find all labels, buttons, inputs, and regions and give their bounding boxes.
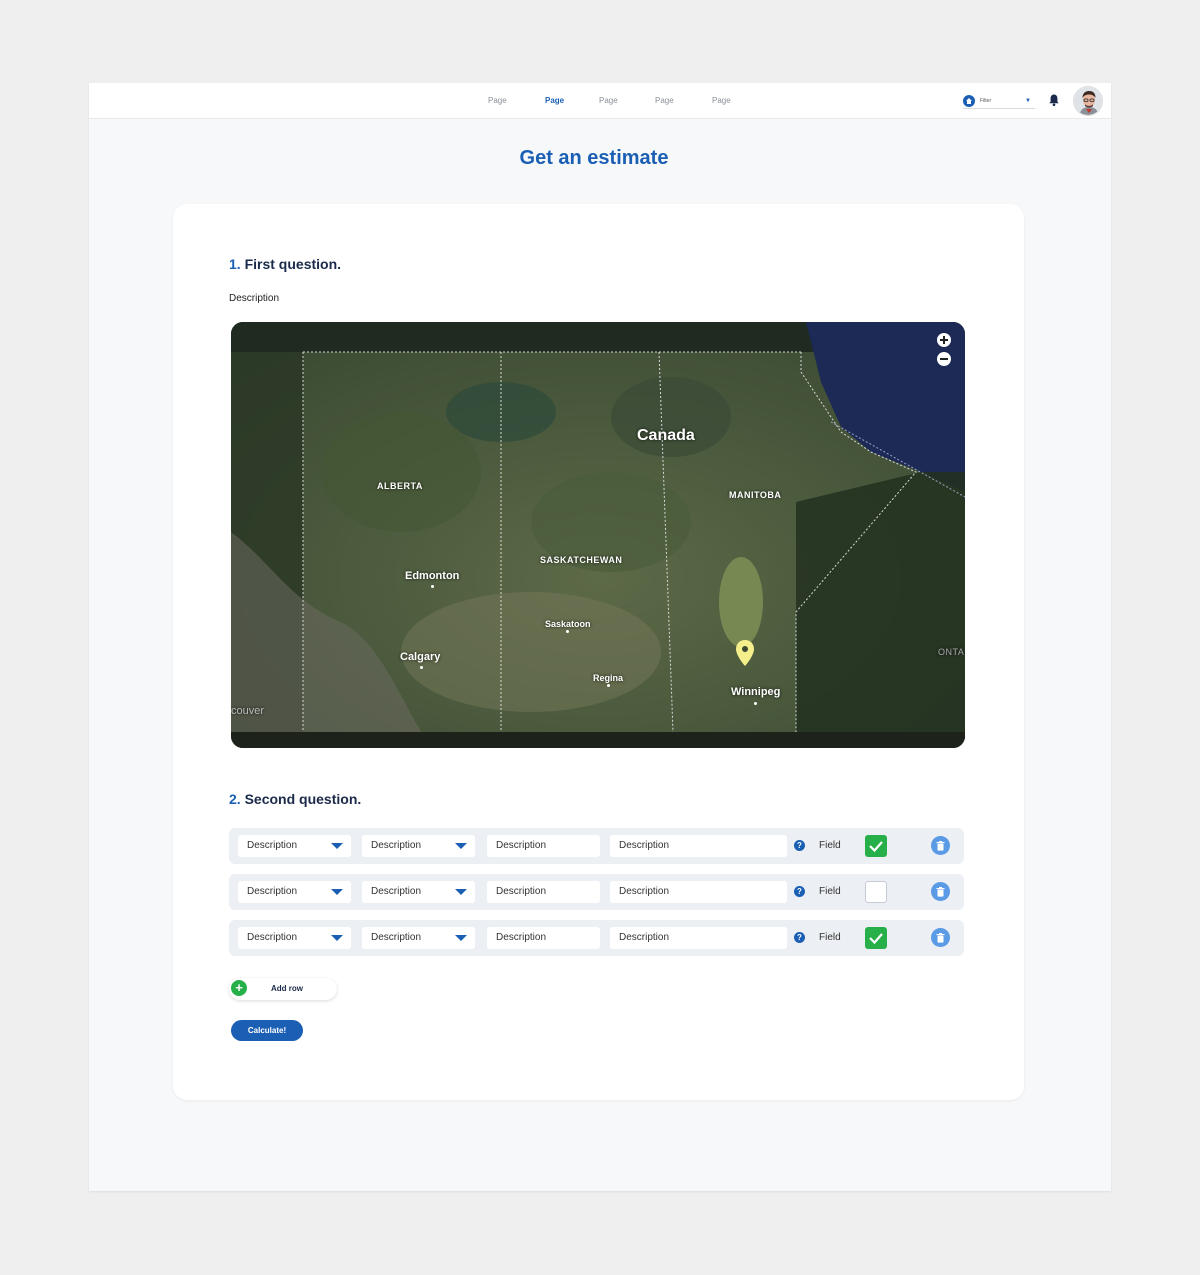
city-dot xyxy=(754,702,757,705)
chevron-down-icon: ▼ xyxy=(1025,97,1031,104)
filter-dropdown[interactable]: Filter ▼ xyxy=(963,93,1035,109)
map-pin-icon[interactable] xyxy=(734,639,756,667)
add-row-button[interactable]: + Add row xyxy=(229,978,337,1000)
trash-icon[interactable] xyxy=(931,928,950,947)
select-value: Description xyxy=(371,932,422,943)
nav-page-3[interactable]: Page xyxy=(599,96,618,105)
question-1-text: First question. xyxy=(244,256,342,272)
city-dot xyxy=(566,630,569,633)
select-value: Description xyxy=(247,840,298,851)
question-1-number: 1. xyxy=(229,256,241,272)
zoom-in-icon[interactable] xyxy=(937,333,951,347)
calculate-button[interactable]: Calculate! xyxy=(231,1020,303,1041)
question-1-description: Description xyxy=(229,293,280,304)
map-label-saskatchewan: SASKATCHEWAN xyxy=(540,555,623,565)
field-label: Field xyxy=(819,840,841,851)
trash-icon[interactable] xyxy=(931,836,950,855)
select-value: Description xyxy=(371,886,422,897)
text-input-1[interactable]: Description xyxy=(487,881,600,903)
map-label-alberta: ALBERTA xyxy=(377,481,423,491)
question-2-number: 2. xyxy=(229,791,241,807)
checkbox-checked[interactable] xyxy=(865,927,887,949)
help-icon[interactable]: ? xyxy=(794,932,805,943)
map-label-saskatoon: Saskatoon xyxy=(545,619,591,629)
city-dot xyxy=(607,684,610,687)
question-2-title: 2. Second question. xyxy=(229,791,361,807)
question-2-text: Second question. xyxy=(244,791,362,807)
check-icon xyxy=(869,933,883,945)
map-label-ontario: ONTA xyxy=(938,647,965,657)
text-input-1[interactable]: Description xyxy=(487,835,600,857)
top-navbar: Page Page Page Page Page Filter ▼ xyxy=(89,83,1111,119)
field-label: Field xyxy=(819,932,841,943)
text-input-2[interactable]: Description xyxy=(610,927,787,949)
map-label-edmonton: Edmonton xyxy=(405,570,460,582)
map-label-regina: Regina xyxy=(593,673,624,683)
nav-page-1[interactable]: Page xyxy=(488,96,507,105)
city-dot xyxy=(420,666,423,669)
home-icon xyxy=(963,94,975,107)
select-dropdown-2[interactable]: Description xyxy=(362,881,475,903)
estimate-form-card: 1. First question. Description Canada AL… xyxy=(173,204,1024,1100)
question-1-title: 1. First question. xyxy=(229,256,341,272)
page-title: Get an estimate xyxy=(519,147,669,169)
text-input-2[interactable]: Description xyxy=(610,835,787,857)
text-input-1[interactable]: Description xyxy=(487,927,600,949)
chevron-down-icon xyxy=(455,843,467,849)
zoom-out-icon[interactable] xyxy=(937,352,951,366)
table-row: Description Description Description Desc… xyxy=(229,874,964,910)
chevron-down-icon xyxy=(331,843,343,849)
filter-label: Filter xyxy=(980,97,992,104)
nav-page-4[interactable]: Page xyxy=(655,96,674,105)
nav-page-5[interactable]: Page xyxy=(712,96,731,105)
chevron-down-icon xyxy=(455,935,467,941)
checkbox-unchecked[interactable] xyxy=(865,881,887,903)
map-label-vancouver: couver xyxy=(231,705,265,717)
select-dropdown-2[interactable]: Description xyxy=(362,927,475,949)
trash-icon[interactable] xyxy=(931,882,950,901)
select-value: Description xyxy=(247,886,298,897)
chevron-down-icon xyxy=(331,889,343,895)
satellite-map-image xyxy=(231,322,965,748)
help-icon[interactable]: ? xyxy=(794,886,805,897)
map-label-country: Canada xyxy=(637,427,695,444)
table-row: Description Description Description Desc… xyxy=(229,828,964,864)
select-value: Description xyxy=(247,932,298,943)
select-dropdown-1[interactable]: Description xyxy=(238,835,351,857)
map-view[interactable]: Canada ALBERTA MANITOBA SASKATCHEWAN Edm… xyxy=(231,322,965,748)
map-label-manitoba: MANITOBA xyxy=(729,490,782,500)
select-dropdown-2[interactable]: Description xyxy=(362,835,475,857)
bell-icon[interactable] xyxy=(1047,93,1061,107)
app-frame: Page Page Page Page Page Filter ▼ Get an… xyxy=(89,83,1111,1191)
checkbox-checked[interactable] xyxy=(865,835,887,857)
select-dropdown-1[interactable]: Description xyxy=(238,927,351,949)
map-label-winnipeg: Winnipeg xyxy=(731,686,781,698)
check-icon xyxy=(869,841,883,853)
chevron-down-icon xyxy=(455,889,467,895)
add-row-label: Add row xyxy=(271,984,303,993)
table-row: Description Description Description Desc… xyxy=(229,920,964,956)
avatar[interactable] xyxy=(1073,86,1103,116)
city-dot xyxy=(431,585,434,588)
nav-page-2-active[interactable]: Page xyxy=(545,96,564,105)
field-label: Field xyxy=(819,886,841,897)
text-input-2[interactable]: Description xyxy=(610,881,787,903)
select-dropdown-1[interactable]: Description xyxy=(238,881,351,903)
chevron-down-icon xyxy=(331,935,343,941)
plus-icon: + xyxy=(231,980,247,996)
select-value: Description xyxy=(371,840,422,851)
map-label-calgary: Calgary xyxy=(400,651,441,663)
help-icon[interactable]: ? xyxy=(794,840,805,851)
